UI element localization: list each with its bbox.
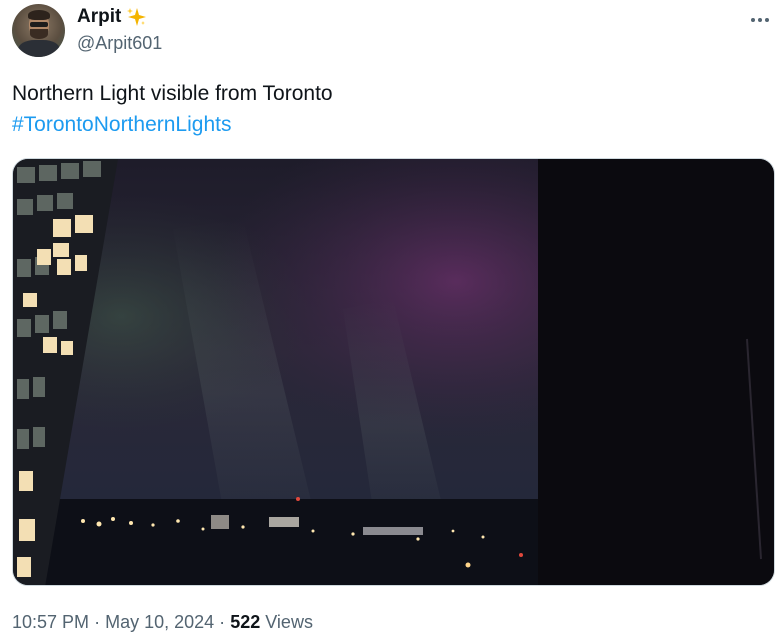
sparkles-icon	[125, 6, 147, 28]
tweet-text: Northern Light visible from Toronto #Tor…	[12, 78, 333, 140]
tweet-text-line: Northern Light visible from Toronto	[12, 82, 333, 105]
author-handle[interactable]: @Arpit601	[77, 33, 162, 54]
avatar-hair	[28, 10, 50, 20]
avatar-body	[18, 40, 60, 57]
avatar-glasses	[30, 22, 48, 27]
author-display-name[interactable]: Arpit	[77, 6, 121, 28]
tweet-date[interactable]: May 10, 2024	[105, 612, 214, 632]
avatar-beard	[30, 29, 48, 39]
tweet-time[interactable]: 10:57 PM	[12, 612, 89, 632]
name-row: Arpit	[77, 6, 147, 28]
tweet-photo[interactable]	[12, 158, 775, 586]
tweet-header: Arpit @Arpit601	[12, 4, 772, 60]
views-count: 522	[230, 612, 261, 632]
meta-separator: ·	[219, 612, 226, 632]
meta-separator: ·	[94, 612, 101, 632]
more-horizontal-icon[interactable]	[748, 10, 772, 30]
views-label: Views	[265, 612, 313, 632]
hashtag-link[interactable]: #TorontoNorthernLights	[12, 109, 333, 140]
tweet-meta: 10:57 PM · May 10, 2024 · 522 Views	[12, 612, 313, 633]
aurora-photo	[13, 159, 774, 585]
avatar[interactable]	[12, 4, 65, 57]
